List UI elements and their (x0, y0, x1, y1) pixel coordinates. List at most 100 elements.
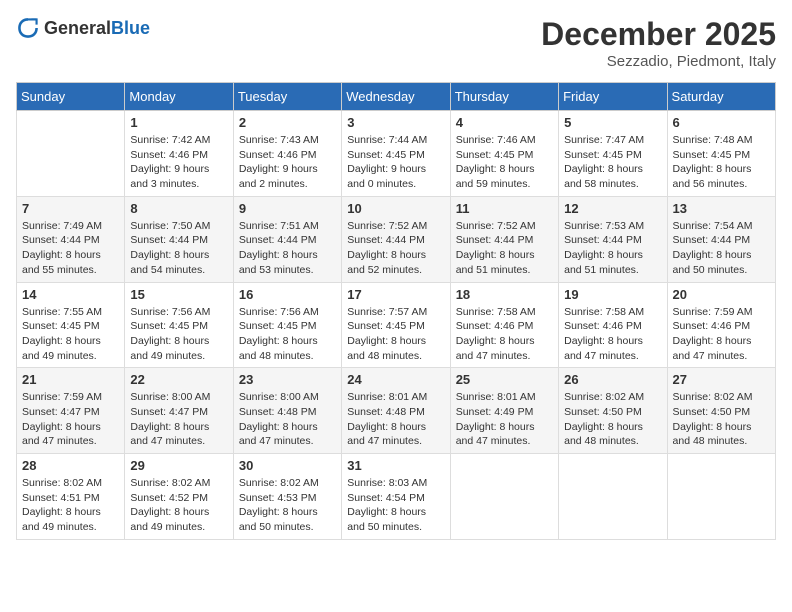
day-detail: Sunrise: 7:42 AMSunset: 4:46 PMDaylight:… (130, 133, 227, 192)
calendar-table: SundayMondayTuesdayWednesdayThursdayFrid… (16, 82, 776, 540)
day-of-week-header: Sunday (17, 83, 125, 111)
day-number: 13 (673, 201, 770, 216)
day-detail: Sunrise: 8:03 AMSunset: 4:54 PMDaylight:… (347, 476, 444, 535)
calendar-cell: 11 Sunrise: 7:52 AMSunset: 4:44 PMDayligh… (450, 196, 558, 282)
day-detail: Sunrise: 7:58 AMSunset: 4:46 PMDaylight:… (456, 305, 553, 364)
page-header: GeneralBlue December 2025 Sezzadio, Pied… (16, 16, 776, 70)
day-detail: Sunrise: 7:59 AMSunset: 4:47 PMDaylight:… (22, 390, 119, 449)
day-number: 22 (130, 372, 227, 387)
day-number: 15 (130, 287, 227, 302)
calendar-cell (559, 454, 667, 540)
day-detail: Sunrise: 7:44 AMSunset: 4:45 PMDaylight:… (347, 133, 444, 192)
calendar-cell: 8Sunrise: 7:50 AMSunset: 4:44 PMDaylight… (125, 196, 233, 282)
calendar-cell: 28Sunrise: 8:02 AMSunset: 4:51 PMDayligh… (17, 454, 125, 540)
calendar-cell: 4 Sunrise: 7:46 AMSunset: 4:45 PMDaylight… (450, 111, 558, 197)
day-number: 3 (347, 115, 444, 130)
calendar-cell: 10 Sunrise: 7:52 AMSunset: 4:44 PMDayligh… (342, 196, 450, 282)
calendar-cell: 19 Sunrise: 7:58 AMSunset: 4:46 PMDayligh… (559, 282, 667, 368)
calendar-cell: 30 Sunrise: 8:02 AMSunset: 4:53 PMDayligh… (233, 454, 341, 540)
day-number: 27 (673, 372, 770, 387)
day-number: 21 (22, 372, 119, 387)
calendar-cell: 31 Sunrise: 8:03 AMSunset: 4:54 PMDayligh… (342, 454, 450, 540)
logo: GeneralBlue (16, 16, 150, 40)
calendar-cell: 21 Sunrise: 7:59 AMSunset: 4:47 PMDayligh… (17, 368, 125, 454)
day-number: 12 (564, 201, 661, 216)
calendar-cell: 27 Sunrise: 8:02 AMSunset: 4:50 PMDayligh… (667, 368, 775, 454)
calendar-week-row: 21 Sunrise: 7:59 AMSunset: 4:47 PMDayligh… (17, 368, 776, 454)
day-number: 11 (456, 201, 553, 216)
day-number: 16 (239, 287, 336, 302)
day-detail: Sunrise: 7:46 AMSunset: 4:45 PMDaylight:… (456, 133, 553, 192)
day-number: 7 (22, 201, 119, 216)
location-text: Sezzadio, Piedmont, Italy (541, 53, 776, 70)
logo-icon (16, 16, 40, 40)
day-detail: Sunrise: 8:01 AMSunset: 4:49 PMDaylight:… (456, 390, 553, 449)
calendar-header: SundayMondayTuesdayWednesdayThursdayFrid… (17, 83, 776, 111)
day-number: 26 (564, 372, 661, 387)
day-number: 10 (347, 201, 444, 216)
day-detail: Sunrise: 7:48 AMSunset: 4:45 PMDaylight:… (673, 133, 770, 192)
day-detail: Sunrise: 8:02 AMSunset: 4:52 PMDaylight:… (130, 476, 227, 535)
day-detail: Sunrise: 8:02 AMSunset: 4:50 PMDaylight:… (673, 390, 770, 449)
logo-general-text: General (44, 18, 111, 38)
day-number: 25 (456, 372, 553, 387)
day-number: 30 (239, 458, 336, 473)
day-detail: Sunrise: 8:00 AMSunset: 4:48 PMDaylight:… (239, 390, 336, 449)
day-detail: Sunrise: 7:52 AMSunset: 4:44 PMDaylight:… (347, 219, 444, 278)
calendar-cell: 22 Sunrise: 8:00 AMSunset: 4:47 PMDayligh… (125, 368, 233, 454)
day-detail: Sunrise: 7:59 AMSunset: 4:46 PMDaylight:… (673, 305, 770, 364)
day-detail: Sunrise: 8:01 AMSunset: 4:48 PMDaylight:… (347, 390, 444, 449)
calendar-cell: 16 Sunrise: 7:56 AMSunset: 4:45 PMDayligh… (233, 282, 341, 368)
day-detail: Sunrise: 8:02 AMSunset: 4:53 PMDaylight:… (239, 476, 336, 535)
calendar-cell: 29 Sunrise: 8:02 AMSunset: 4:52 PMDayligh… (125, 454, 233, 540)
calendar-cell: 25 Sunrise: 8:01 AMSunset: 4:49 PMDayligh… (450, 368, 558, 454)
calendar-cell: 26 Sunrise: 8:02 AMSunset: 4:50 PMDayligh… (559, 368, 667, 454)
day-number: 2 (239, 115, 336, 130)
calendar-cell: 9 Sunrise: 7:51 AMSunset: 4:44 PMDaylight… (233, 196, 341, 282)
day-number: 4 (456, 115, 553, 130)
calendar-cell: 5Sunrise: 7:47 AMSunset: 4:45 PMDaylight… (559, 111, 667, 197)
day-number: 29 (130, 458, 227, 473)
day-number: 8 (130, 201, 227, 216)
day-detail: Sunrise: 7:47 AMSunset: 4:45 PMDaylight:… (564, 133, 661, 192)
calendar-week-row: 28Sunrise: 8:02 AMSunset: 4:51 PMDayligh… (17, 454, 776, 540)
calendar-cell: 12 Sunrise: 7:53 AMSunset: 4:44 PMDayligh… (559, 196, 667, 282)
calendar-cell: 20 Sunrise: 7:59 AMSunset: 4:46 PMDayligh… (667, 282, 775, 368)
day-of-week-header: Friday (559, 83, 667, 111)
day-detail: Sunrise: 8:00 AMSunset: 4:47 PMDaylight:… (130, 390, 227, 449)
day-detail: Sunrise: 7:53 AMSunset: 4:44 PMDaylight:… (564, 219, 661, 278)
day-of-week-header: Saturday (667, 83, 775, 111)
day-number: 20 (673, 287, 770, 302)
day-number: 23 (239, 372, 336, 387)
calendar-cell: 3 Sunrise: 7:44 AMSunset: 4:45 PMDaylight… (342, 111, 450, 197)
day-detail: Sunrise: 8:02 AMSunset: 4:51 PMDaylight:… (22, 476, 119, 535)
calendar-cell: 1Sunrise: 7:42 AMSunset: 4:46 PMDaylight… (125, 111, 233, 197)
calendar-cell: 24Sunrise: 8:01 AMSunset: 4:48 PMDayligh… (342, 368, 450, 454)
calendar-cell: 15 Sunrise: 7:56 AMSunset: 4:45 PMDayligh… (125, 282, 233, 368)
calendar-cell (17, 111, 125, 197)
day-number: 9 (239, 201, 336, 216)
calendar-cell: 2Sunrise: 7:43 AMSunset: 4:46 PMDaylight… (233, 111, 341, 197)
day-detail: Sunrise: 7:52 AMSunset: 4:44 PMDaylight:… (456, 219, 553, 278)
day-of-week-header: Tuesday (233, 83, 341, 111)
calendar-cell: 13 Sunrise: 7:54 AMSunset: 4:44 PMDayligh… (667, 196, 775, 282)
day-detail: Sunrise: 7:56 AMSunset: 4:45 PMDaylight:… (239, 305, 336, 364)
day-detail: Sunrise: 7:54 AMSunset: 4:44 PMDaylight:… (673, 219, 770, 278)
day-detail: Sunrise: 7:58 AMSunset: 4:46 PMDaylight:… (564, 305, 661, 364)
header-row: SundayMondayTuesdayWednesdayThursdayFrid… (17, 83, 776, 111)
calendar-cell: 23 Sunrise: 8:00 AMSunset: 4:48 PMDayligh… (233, 368, 341, 454)
calendar-cell: 6 Sunrise: 7:48 AMSunset: 4:45 PMDaylight… (667, 111, 775, 197)
day-of-week-header: Monday (125, 83, 233, 111)
day-of-week-header: Thursday (450, 83, 558, 111)
day-detail: Sunrise: 8:02 AMSunset: 4:50 PMDaylight:… (564, 390, 661, 449)
day-number: 31 (347, 458, 444, 473)
day-number: 6 (673, 115, 770, 130)
day-number: 19 (564, 287, 661, 302)
month-title: December 2025 (541, 16, 776, 53)
day-detail: Sunrise: 7:51 AMSunset: 4:44 PMDaylight:… (239, 219, 336, 278)
calendar-cell: 14Sunrise: 7:55 AMSunset: 4:45 PMDayligh… (17, 282, 125, 368)
calendar-cell (450, 454, 558, 540)
day-number: 14 (22, 287, 119, 302)
calendar-body: 1Sunrise: 7:42 AMSunset: 4:46 PMDaylight… (17, 111, 776, 540)
day-detail: Sunrise: 7:56 AMSunset: 4:45 PMDaylight:… (130, 305, 227, 364)
